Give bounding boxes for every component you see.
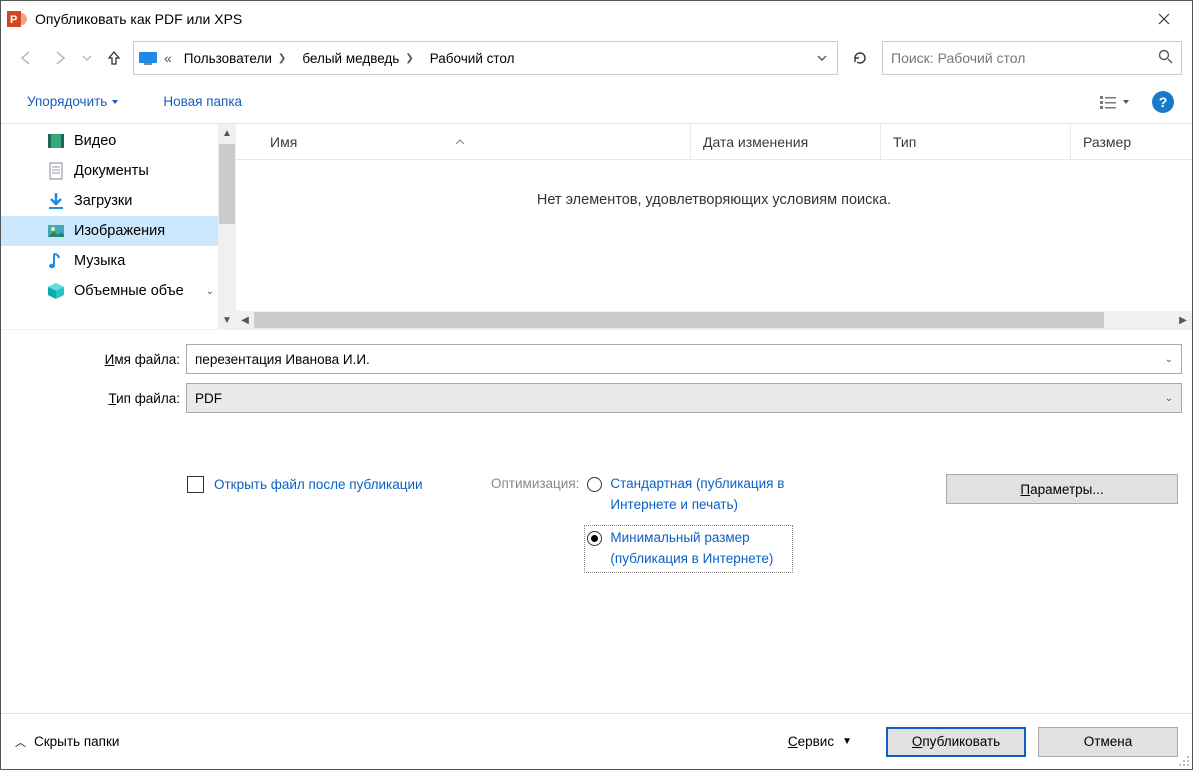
scroll-right-icon[interactable]: ▶	[1174, 311, 1192, 329]
chevron-down-icon: ▼	[842, 736, 852, 747]
radio-minimal[interactable]	[587, 531, 602, 546]
open-after-publish-label[interactable]: Открыть файл после публикации	[214, 474, 423, 496]
chevron-right-icon: ❯	[405, 53, 413, 64]
view-options-button[interactable]	[1094, 89, 1136, 115]
chevron-down-icon	[1122, 98, 1130, 106]
tree-item-video[interactable]: Видео	[1, 126, 236, 156]
column-size[interactable]: Размер	[1070, 124, 1192, 159]
up-button[interactable]	[99, 43, 129, 73]
breadcrumb[interactable]: « Пользователи❯ белый медведь❯ Рабочий с…	[133, 41, 838, 75]
sidebar-scrollbar[interactable]: ▲ ▼	[218, 124, 236, 329]
cancel-button[interactable]: Отмена	[1038, 727, 1178, 757]
organize-menu[interactable]: Упорядочить	[19, 88, 127, 115]
filetype-select[interactable]: PDF ⌄	[186, 383, 1182, 413]
search-icon[interactable]	[1158, 49, 1173, 67]
powerpoint-icon: PP	[7, 9, 27, 29]
filename-label: Имя файла:	[11, 352, 186, 367]
radio-minimal-row[interactable]: Минимальный размер (публикация в Интерне…	[585, 526, 792, 572]
breadcrumb-segment[interactable]: Рабочий стол	[424, 42, 521, 74]
parameters-button[interactable]: Параметры...	[946, 474, 1178, 504]
scroll-up-icon[interactable]: ▲	[218, 124, 236, 142]
music-icon	[46, 251, 66, 271]
list-view-icon	[1100, 95, 1118, 109]
tree-item-label: Документы	[74, 163, 149, 179]
hide-folders-toggle[interactable]: ︿ Скрыть папки	[15, 734, 119, 750]
resize-grip-icon[interactable]	[1176, 753, 1190, 767]
empty-folder-message: Нет элементов, удовлетворяющих условиям …	[236, 160, 1192, 311]
chevron-down-icon[interactable]: ⌄	[206, 286, 214, 297]
monitor-icon	[138, 51, 158, 65]
tools-menu[interactable]: Сервис ▼	[788, 734, 852, 749]
video-icon	[46, 131, 66, 151]
breadcrumb-overflow[interactable]: «	[162, 50, 174, 66]
tree-item-label: Музыка	[74, 253, 125, 269]
scroll-left-icon[interactable]: ◀	[236, 311, 254, 329]
scroll-thumb[interactable]	[219, 144, 235, 224]
tree-item-3d-objects[interactable]: Объемные объе ⌄	[1, 276, 236, 306]
radio-standard-label[interactable]: Стандартная (публикация в Интернете и пе…	[610, 474, 790, 516]
open-after-publish-checkbox[interactable]	[187, 476, 204, 493]
chevron-down-icon	[111, 98, 119, 106]
column-name[interactable]: Имя	[270, 134, 690, 150]
forward-button[interactable]	[45, 43, 75, 73]
tree-item-label: Изображения	[74, 223, 165, 239]
breadcrumb-dropdown-icon[interactable]	[811, 51, 833, 66]
breadcrumb-segment[interactable]: белый медведь❯	[296, 42, 419, 74]
tree-item-label: Объемные объе	[74, 283, 184, 299]
tree-item-documents[interactable]: Документы	[1, 156, 236, 186]
cube-icon	[46, 281, 66, 301]
refresh-button[interactable]	[842, 41, 878, 75]
scroll-thumb[interactable]	[254, 312, 1104, 328]
column-headers[interactable]: Имя Дата изменения Тип Размер	[236, 124, 1192, 160]
radio-standard[interactable]	[587, 477, 602, 492]
folder-tree[interactable]: Видео Документы Загрузки Изображения Муз…	[1, 124, 236, 329]
breadcrumb-segment[interactable]: Пользователи❯	[178, 42, 293, 74]
publish-button[interactable]: Опубликовать	[886, 727, 1026, 757]
tree-item-label: Загрузки	[74, 193, 132, 209]
radio-minimal-label[interactable]: Минимальный размер (публикация в Интерне…	[610, 528, 790, 570]
search-box[interactable]	[882, 41, 1182, 75]
history-dropdown-icon[interactable]	[79, 43, 95, 73]
window-title: Опубликовать как PDF или XPS	[35, 11, 1144, 27]
column-type[interactable]: Тип	[880, 124, 1070, 159]
tree-item-downloads[interactable]: Загрузки	[1, 186, 236, 216]
chevron-up-icon: ︿	[15, 734, 26, 750]
document-icon	[46, 161, 66, 181]
tree-item-pictures[interactable]: Изображения	[1, 216, 236, 246]
column-date[interactable]: Дата изменения	[690, 124, 880, 159]
chevron-down-icon[interactable]: ⌄	[1165, 393, 1173, 404]
tree-item-label: Видео	[74, 133, 116, 149]
horizontal-scrollbar[interactable]: ◀ ▶	[236, 311, 1192, 329]
svg-text:P: P	[10, 14, 17, 26]
radio-standard-row[interactable]: Стандартная (публикация в Интернете и пе…	[587, 474, 790, 516]
back-button[interactable]	[11, 43, 41, 73]
sort-asc-icon	[455, 138, 465, 146]
search-input[interactable]	[891, 50, 1158, 66]
optimization-label: Оптимизация:	[491, 474, 579, 570]
new-folder-button[interactable]: Новая папка	[155, 88, 250, 115]
chevron-down-icon[interactable]: ⌄	[1165, 354, 1173, 365]
close-button[interactable]	[1144, 4, 1184, 34]
tree-item-music[interactable]: Музыка	[1, 246, 236, 276]
scroll-down-icon[interactable]: ▼	[218, 311, 236, 329]
filetype-label: Тип файла:	[11, 391, 186, 406]
download-icon	[46, 191, 66, 211]
chevron-right-icon: ❯	[278, 53, 286, 64]
image-icon	[46, 221, 66, 241]
help-button[interactable]: ?	[1152, 91, 1174, 113]
filename-input[interactable]: перезентация Иванова И.И. ⌄	[186, 344, 1182, 374]
